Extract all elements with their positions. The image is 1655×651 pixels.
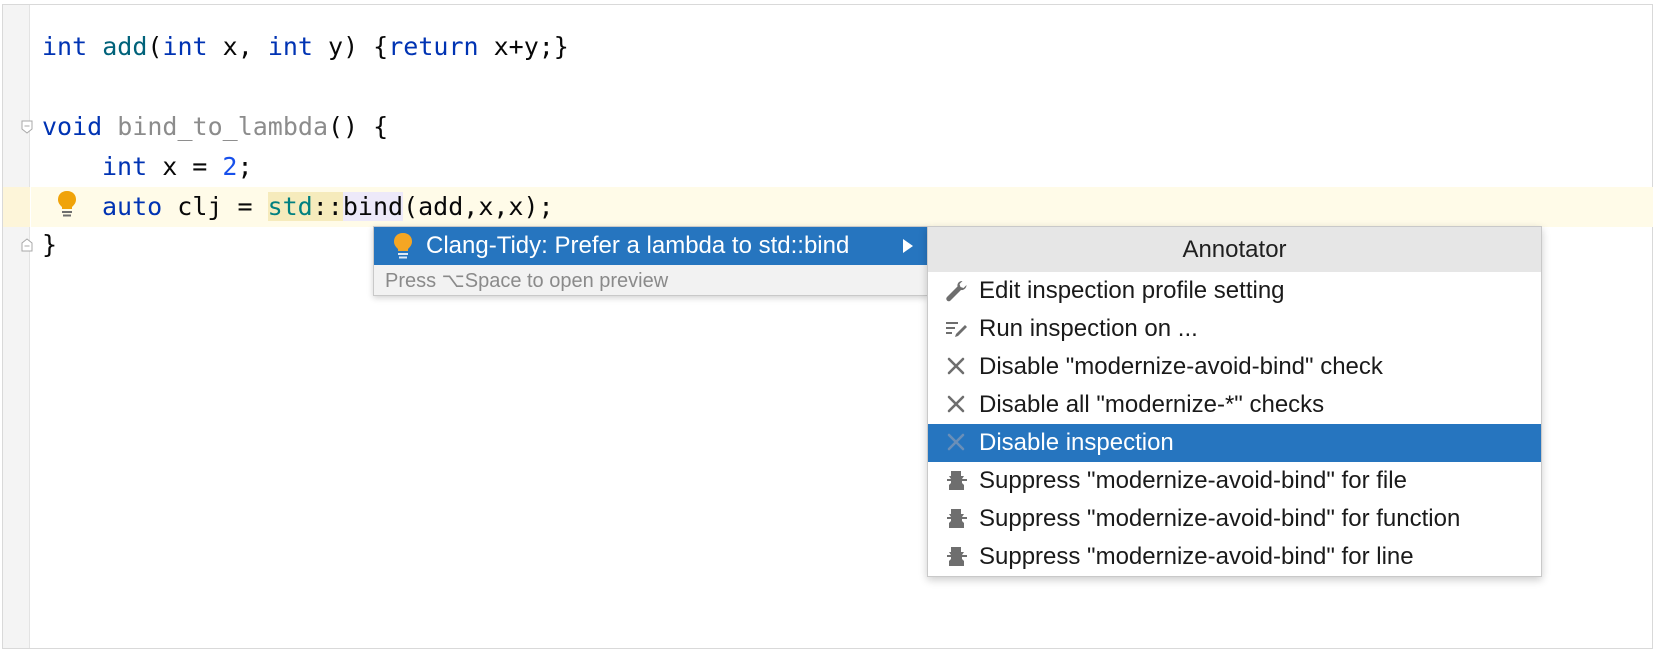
keyword: void bbox=[42, 112, 103, 141]
run-inspection-icon bbox=[946, 322, 967, 337]
function-name: add bbox=[102, 32, 148, 61]
keyword: int bbox=[162, 32, 208, 61]
menu-item-label: Suppress "modernize-avoid-bind" for line bbox=[979, 543, 1414, 570]
close-icon bbox=[947, 395, 965, 413]
intention-item-label: Clang-Tidy: Prefer a lambda to std::bind bbox=[426, 232, 850, 259]
menu-item-label: Run inspection on ... bbox=[979, 315, 1198, 342]
lightbulb-icon[interactable] bbox=[56, 189, 78, 219]
menu-item-suppress-line[interactable]: Suppress "modernize-avoid-bind" for line bbox=[928, 538, 1541, 576]
intention-item-clang-tidy[interactable]: Clang-Tidy: Prefer a lambda to std::bind bbox=[374, 227, 927, 265]
menu-item-label: Disable inspection bbox=[979, 429, 1174, 456]
code-line-6[interactable]: } bbox=[42, 225, 57, 265]
menu-item-disable-check[interactable]: Disable "modernize-avoid-bind" check bbox=[928, 348, 1541, 386]
suppress-icon bbox=[947, 547, 967, 566]
code-text: :: bbox=[312, 192, 343, 221]
code-line-3[interactable]: void bind_to_lambda() { bbox=[42, 107, 388, 147]
code-text: } bbox=[42, 230, 58, 259]
code-text: ( bbox=[147, 32, 163, 61]
close-icon bbox=[947, 357, 965, 375]
fold-open-icon[interactable] bbox=[21, 120, 33, 134]
code-text: y) { bbox=[312, 32, 389, 61]
namespace: std bbox=[267, 192, 313, 221]
code-text: clj = bbox=[162, 192, 268, 221]
code-text: (add,x,x); bbox=[403, 192, 554, 221]
wrench-icon bbox=[946, 281, 967, 302]
intention-actions-popup: Clang-Tidy: Prefer a lambda to std::bind… bbox=[373, 226, 928, 296]
code-line-4[interactable]: int x = 2; bbox=[102, 147, 253, 187]
code-text: x, bbox=[207, 32, 268, 61]
menu-item-suppress-file[interactable]: Suppress "modernize-avoid-bind" for file bbox=[928, 462, 1541, 500]
fold-close-icon[interactable] bbox=[21, 238, 33, 252]
menu-item-label: Disable "modernize-avoid-bind" check bbox=[979, 353, 1383, 380]
menu-item-label: Suppress "modernize-avoid-bind" for func… bbox=[979, 505, 1461, 532]
menu-item-label: Disable all "modernize-*" checks bbox=[979, 391, 1325, 418]
function-call: bind bbox=[342, 192, 404, 221]
menu-item-edit-profile[interactable]: Edit inspection profile setting bbox=[928, 272, 1541, 310]
code-text: x = bbox=[147, 152, 223, 181]
lightbulb-icon bbox=[394, 233, 412, 259]
preview-hint: Press ⌥Space to open preview bbox=[385, 270, 669, 292]
menu-item-run-inspection[interactable]: Run inspection on ... bbox=[928, 310, 1541, 348]
code-text: x+y;} bbox=[478, 32, 569, 61]
function-name: bind_to_lambda bbox=[117, 112, 328, 141]
menu-item-disable-inspection[interactable]: Disable inspection bbox=[928, 424, 1541, 462]
number-literal: 2 bbox=[222, 152, 238, 181]
submenu-arrow-icon bbox=[903, 239, 913, 253]
close-icon bbox=[947, 433, 965, 451]
suppress-icon bbox=[947, 471, 967, 490]
current-line-gutter-highlight bbox=[3, 187, 30, 227]
keyword: auto bbox=[102, 192, 163, 221]
editor-gutter[interactable] bbox=[3, 5, 30, 648]
menu-item-label: Edit inspection profile setting bbox=[979, 277, 1285, 304]
menu-item-disable-all-checks[interactable]: Disable all "modernize-*" checks bbox=[928, 386, 1541, 424]
keyword: return bbox=[388, 32, 479, 61]
code-text: () { bbox=[328, 112, 389, 141]
inspection-options-submenu: Annotator Edit inspection profile settin… bbox=[927, 226, 1542, 577]
keyword: int bbox=[42, 32, 88, 61]
keyword: int bbox=[267, 32, 313, 61]
keyword: int bbox=[102, 152, 148, 181]
menu-item-suppress-function[interactable]: Suppress "modernize-avoid-bind" for func… bbox=[928, 500, 1541, 538]
code-line-5[interactable]: auto clj = std::bind(add,x,x); bbox=[102, 187, 554, 227]
submenu-header: Annotator bbox=[928, 227, 1541, 272]
code-line-1[interactable]: int add(int x, int y) {return x+y;} bbox=[42, 27, 569, 67]
suppress-icon bbox=[947, 509, 967, 528]
code-text: ; bbox=[237, 152, 253, 181]
menu-item-label: Suppress "modernize-avoid-bind" for file bbox=[979, 467, 1407, 494]
